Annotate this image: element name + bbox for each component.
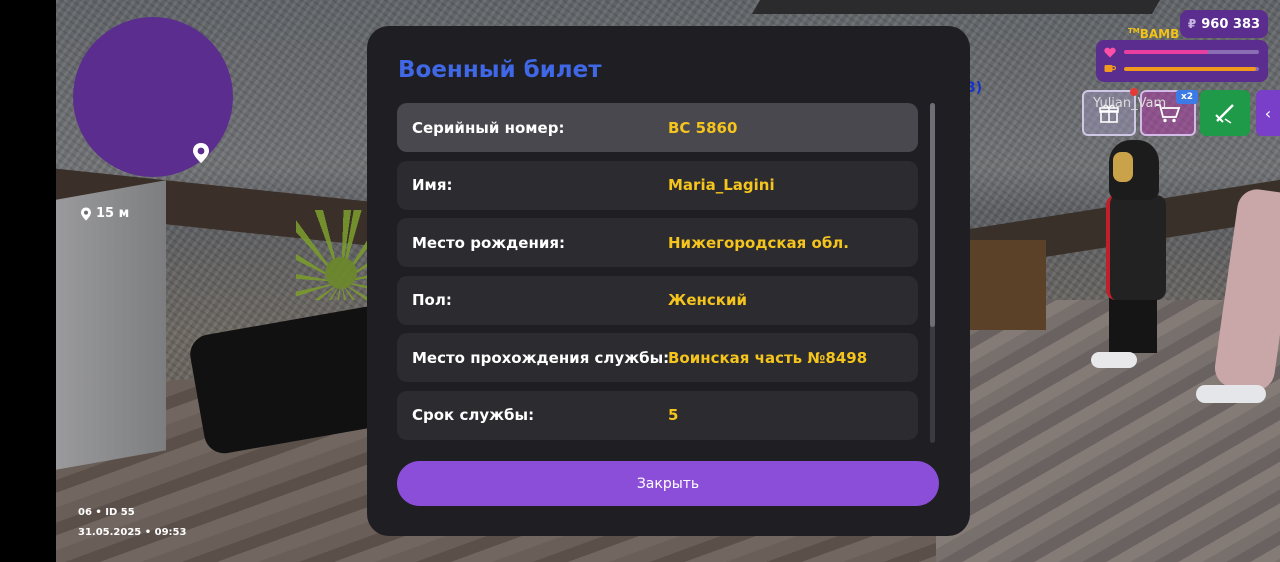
info-row-value: Воинская часть №8498 — [668, 348, 868, 367]
desk — [966, 240, 1046, 330]
location-pin-icon — [193, 143, 209, 163]
info-row[interactable]: Серийный номер: ВС 5860 — [397, 103, 918, 152]
server-id-text: 06 • ID 55 — [78, 507, 135, 518]
notification-dot — [1130, 88, 1138, 96]
player-tag: TMBAMB — [1128, 27, 1179, 41]
currency-symbol: ₽ — [1187, 17, 1197, 31]
metal-cabinet — [56, 180, 166, 470]
info-row[interactable]: Место рождения: Нижегородская обл. — [397, 218, 918, 267]
player-character — [1091, 140, 1171, 380]
info-row[interactable]: Срок службы: 5 — [397, 390, 918, 440]
info-row-value: Maria_Lagini — [668, 176, 775, 194]
npc-character — [1186, 186, 1280, 410]
military-id-dialog: Военный билет Серийный номер: ВС 5860 Имя:… — [367, 26, 970, 536]
scrollbar-thumb[interactable] — [930, 103, 935, 328]
health-bar — [1124, 50, 1259, 54]
info-row-value: Женский — [668, 291, 747, 309]
chevron-left-icon: ‹ — [1264, 103, 1272, 123]
info-row-label: Пол: — [412, 291, 452, 309]
status-panel — [1096, 40, 1268, 82]
info-row-value: Нижегородская обл. — [668, 233, 849, 252]
info-row-label: Имя: — [412, 176, 453, 194]
hunger-row — [1104, 63, 1259, 75]
info-row-value: 5 — [668, 406, 679, 424]
weapon-button[interactable] — [1200, 90, 1250, 136]
player-tag-text: BAMB — [1139, 27, 1180, 41]
dialog-title: Военный билет — [398, 57, 602, 83]
money-amount: 960 383 — [1201, 16, 1261, 32]
info-row-label: Серийный номер: — [412, 118, 565, 137]
player-tag-prefix: TM — [1128, 27, 1140, 35]
info-row-label: Место рождения: — [412, 233, 565, 252]
location-pin-icon — [81, 207, 91, 220]
waypoint-distance: 15 м — [80, 206, 129, 221]
info-row-label: Место прохождения службы: — [412, 348, 670, 367]
ceiling — [751, 0, 1161, 14]
info-row-value: ВС 5860 — [668, 118, 738, 137]
hunger-bar — [1124, 67, 1259, 71]
info-row[interactable]: Пол: Женский — [397, 275, 918, 325]
distance-text: 15 м — [96, 206, 130, 221]
datetime-text: 31.05.2025 • 09:53 — [78, 527, 187, 538]
money-display: ₽ 960 383 — [1180, 10, 1268, 38]
info-row[interactable]: Имя: Maria_Lagini — [397, 160, 918, 210]
heart-icon — [1104, 46, 1116, 58]
close-button[interactable]: Закрыть — [397, 461, 939, 506]
system-strip — [0, 0, 56, 562]
player-nickname: Yulian_Vam — [1093, 96, 1167, 111]
coffee-cup-icon — [1104, 63, 1116, 75]
cart-badge: x2 — [1176, 90, 1198, 104]
sword-icon — [1215, 104, 1234, 124]
info-list[interactable]: Серийный номер: ВС 5860 Имя: Maria_Lagini Ме… — [397, 103, 918, 465]
info-row[interactable]: Место прохождения службы: Воинская часть … — [397, 333, 918, 382]
health-row — [1104, 46, 1259, 58]
side-menu-toggle[interactable]: ‹ — [1256, 90, 1280, 136]
info-row-label: Срок службы: — [412, 406, 535, 424]
